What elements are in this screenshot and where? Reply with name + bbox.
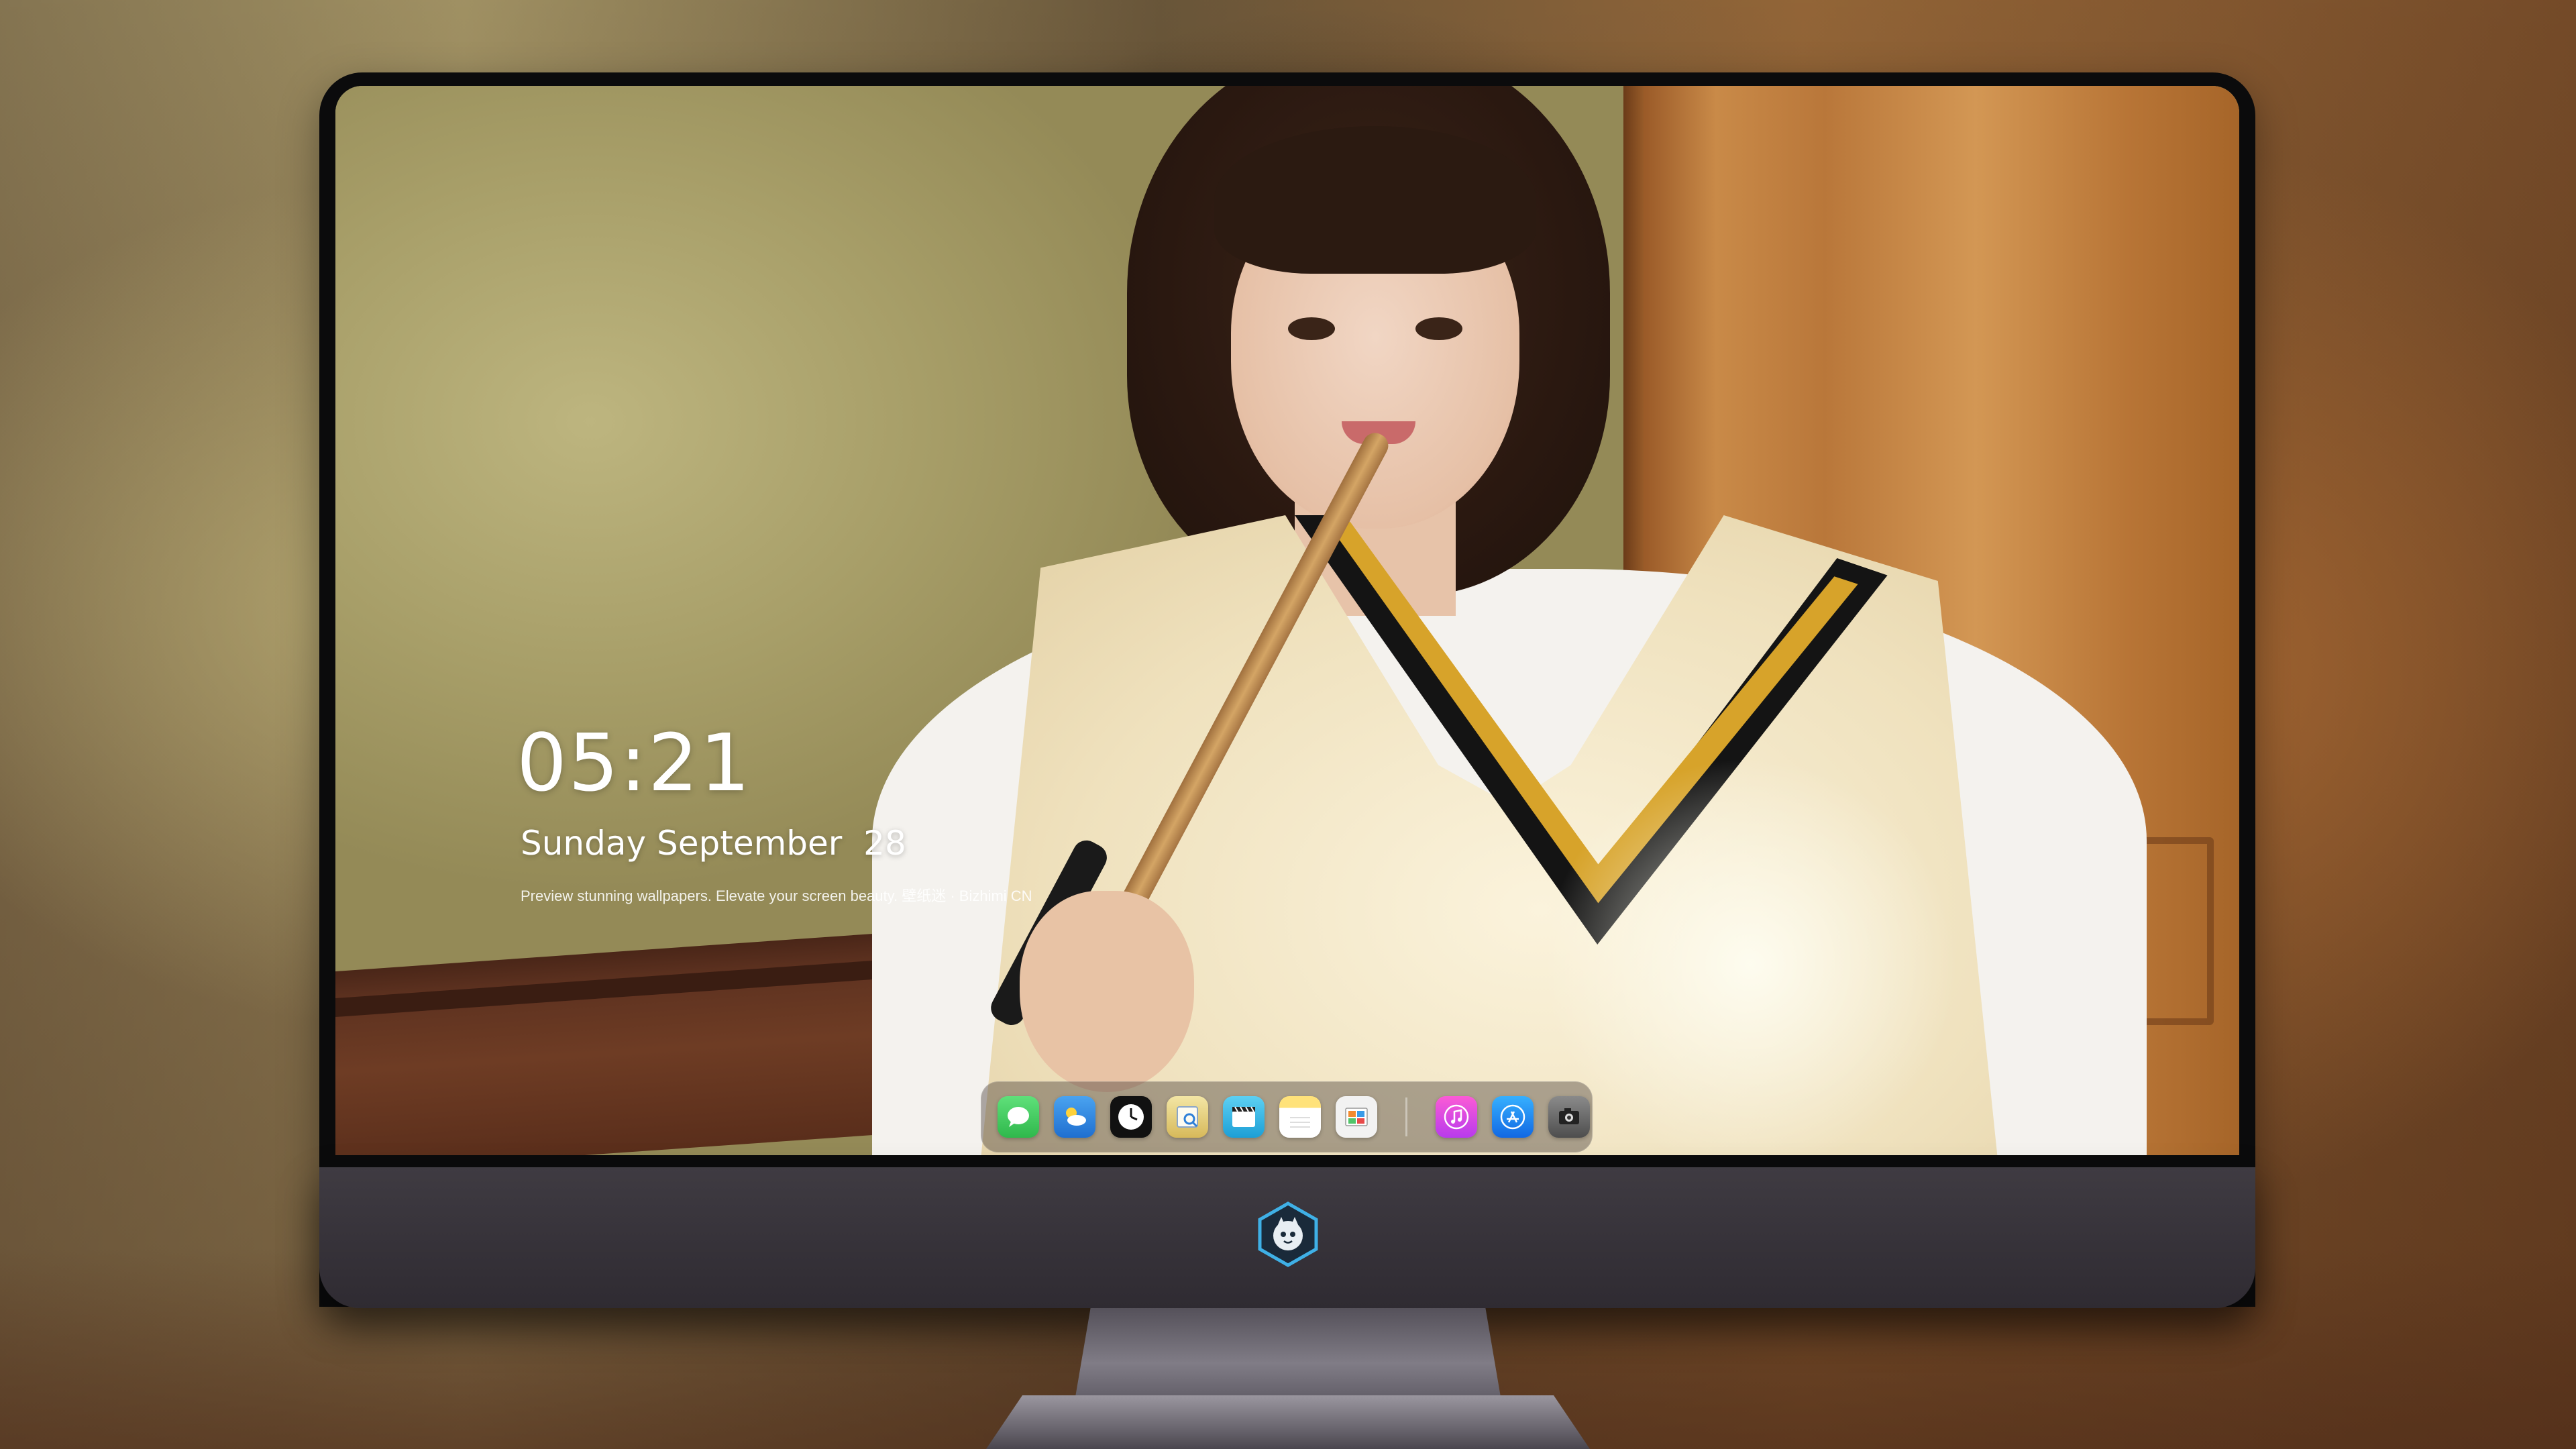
- music-icon[interactable]: [1436, 1096, 1477, 1138]
- dock: [981, 1081, 1593, 1152]
- imac-stand-base: [986, 1395, 1590, 1449]
- imac-stand-neck: [1073, 1308, 1503, 1409]
- desktop-screen: 05:21 Sunday September 28 Preview stunni…: [335, 86, 2239, 1155]
- wallpaper-figure-eye-left: [1288, 317, 1335, 340]
- notes-icon[interactable]: [1279, 1096, 1321, 1138]
- preview-icon[interactable]: [1167, 1096, 1208, 1138]
- lockscreen-date: Sunday September 28: [521, 824, 906, 863]
- lockscreen-time: 05:21: [517, 716, 752, 809]
- brand-mascot-logo-icon: [1258, 1201, 1318, 1267]
- wallpaper-figure-hand: [1020, 891, 1194, 1092]
- camera-icon[interactable]: [1548, 1096, 1590, 1138]
- lockscreen-caption: Preview stunning wallpapers. Elevate you…: [521, 888, 1032, 904]
- wallpaper-figure-eye-right: [1415, 317, 1462, 340]
- clock-icon[interactable]: [1110, 1096, 1152, 1138]
- video-icon[interactable]: [1223, 1096, 1265, 1138]
- app-store-icon[interactable]: [1492, 1096, 1534, 1138]
- weather-icon[interactable]: [1054, 1096, 1095, 1138]
- wallpaper-sunlight: [1543, 757, 1959, 1155]
- messages-icon[interactable]: [998, 1096, 1039, 1138]
- photo-browser-icon[interactable]: [1336, 1096, 1377, 1138]
- wallpaper-figure-bangs: [1214, 126, 1536, 274]
- dock-separator: [1405, 1097, 1407, 1136]
